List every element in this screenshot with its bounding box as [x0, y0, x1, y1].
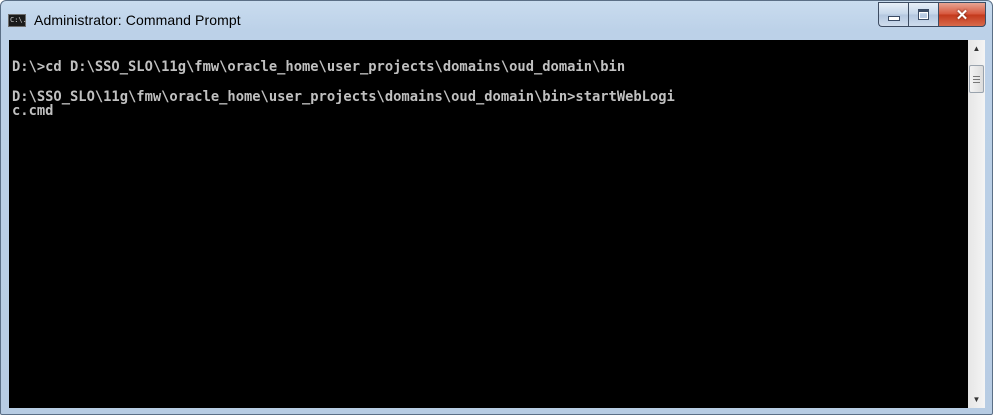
- command-prompt-window: C:\. Administrator: Command Prompt ✕ D:\…: [0, 0, 993, 415]
- window-title: Administrator: Command Prompt: [34, 12, 241, 28]
- maximize-icon: [918, 9, 929, 20]
- console-line: D:\SSO_SLO\11g\fmw\oracle_home\user_proj…: [12, 89, 675, 105]
- close-button[interactable]: ✕: [938, 2, 986, 27]
- close-icon: ✕: [955, 6, 969, 24]
- scrollbar-thumb[interactable]: [969, 65, 984, 93]
- cmd-icon[interactable]: C:\.: [8, 14, 27, 27]
- grip-icon: [973, 75, 980, 83]
- scroll-up-icon[interactable]: ▲: [968, 40, 985, 57]
- minimize-button[interactable]: [878, 2, 908, 27]
- console-line: D:\>cd D:\SSO_SLO\11g\fmw\oracle_home\us…: [12, 59, 626, 75]
- title-bar[interactable]: C:\. Administrator: Command Prompt ✕: [1, 1, 992, 39]
- maximize-button[interactable]: [908, 2, 938, 27]
- vertical-scrollbar[interactable]: ▲ ▼: [968, 40, 985, 408]
- console-line: c.cmd: [12, 103, 54, 119]
- console-output[interactable]: D:\>cd D:\SSO_SLO\11g\fmw\oracle_home\us…: [9, 40, 968, 408]
- caption-buttons: ✕: [878, 2, 986, 27]
- scroll-down-icon[interactable]: ▼: [968, 391, 985, 408]
- minimize-icon: [887, 16, 900, 21]
